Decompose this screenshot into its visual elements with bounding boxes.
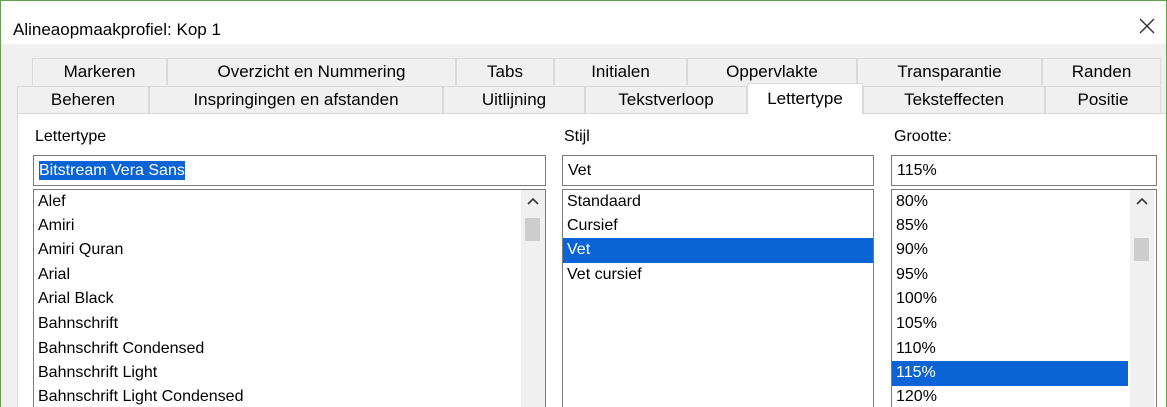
dialog-window: Alineaopmaakprofiel: Kop 1 Markeren Over… [0,0,1167,407]
tab-row-top: Markeren Overzicht en Nummering Tabs Ini… [1,58,1166,85]
style-list[interactable]: Standaard Cursief Vet Vet cursief [562,189,874,407]
font-label: Lettertype [35,128,107,145]
list-item[interactable]: 95% [892,263,1128,288]
list-item[interactable]: 80% [892,190,1128,215]
tab-inspringingen-en-afstanden[interactable]: Inspringingen en afstanden [149,86,443,113]
scroll-up-icon[interactable] [521,190,545,212]
list-item[interactable]: 90% [892,238,1128,263]
tab-lettertype[interactable]: Lettertype [747,83,863,115]
list-item[interactable]: Amiri [34,214,74,239]
dialog-title: Alineaopmaakprofiel: Kop 1 [13,20,221,39]
list-item[interactable]: Bahnschrift Light Condensed [34,385,243,407]
list-item[interactable]: Arial [34,263,70,288]
list-item[interactable]: 85% [892,214,1128,239]
tab-initialen[interactable]: Initialen [554,58,687,85]
size-list[interactable]: 80% 85% 90% 95% 100% 105% 110% 115% 120% [891,189,1157,407]
list-item[interactable]: Amiri Quran [34,238,123,263]
list-item[interactable]: Bahnschrift Light [34,361,157,386]
tab-positie[interactable]: Positie [1045,86,1161,113]
list-item[interactable]: 105% [892,312,1128,337]
tab-row-bottom: Beheren Inspringingen en afstanden Uitli… [1,83,1166,115]
tab-teksteffecten[interactable]: Teksteffecten [863,86,1045,113]
tab-overzicht-en-nummering[interactable]: Overzicht en Nummering [167,58,456,85]
font-name-input[interactable]: Bitstream Vera Sans [33,155,546,186]
tab-beheren[interactable]: Beheren [17,86,149,113]
font-name-value: Bitstream Vera Sans [39,161,185,180]
list-item[interactable]: Cursief [563,214,873,239]
tab-transparantie[interactable]: Transparantie [857,58,1042,85]
list-item[interactable]: Bahnschrift Condensed [34,337,204,362]
font-list[interactable]: Alef Amiri Amiri Quran Arial Arial Black… [33,189,546,407]
list-item[interactable]: Alef [34,190,66,215]
list-item[interactable]: Bahnschrift [34,312,118,337]
list-item[interactable]: 120% [892,385,1128,407]
tab-randen[interactable]: Randen [1042,58,1161,85]
tab-tabs[interactable]: Tabs [456,58,554,85]
style-input[interactable]: Vet [562,155,874,186]
tab-tekstverloop[interactable]: Tekstverloop [585,86,747,113]
tab-oppervlakte[interactable]: Oppervlakte [687,58,857,85]
size-input[interactable]: 115% [891,155,1157,186]
size-list-scrollbar[interactable] [1130,190,1154,407]
tab-markeren[interactable]: Markeren [32,58,167,85]
size-label: Grootte: [894,128,952,145]
scroll-up-icon[interactable] [1130,190,1154,212]
font-list-scrollbar[interactable] [521,190,545,407]
title-bar: Alineaopmaakprofiel: Kop 1 [1,1,1166,44]
style-label: Stijl [564,128,590,145]
list-item[interactable]: Vet cursief [563,263,873,288]
close-icon[interactable] [1136,15,1158,37]
scroll-thumb[interactable] [1134,238,1149,261]
tab-uitlijning[interactable]: Uitlijning [443,86,585,113]
list-item[interactable]: 110% [892,337,1128,362]
list-item[interactable]: Standaard [563,190,873,215]
scroll-thumb[interactable] [525,218,540,241]
list-item[interactable]: 100% [892,287,1128,312]
list-item[interactable]: Arial Black [34,287,114,312]
list-item-selected[interactable]: Vet [563,238,873,263]
list-item-selected[interactable]: 115% [892,361,1128,386]
